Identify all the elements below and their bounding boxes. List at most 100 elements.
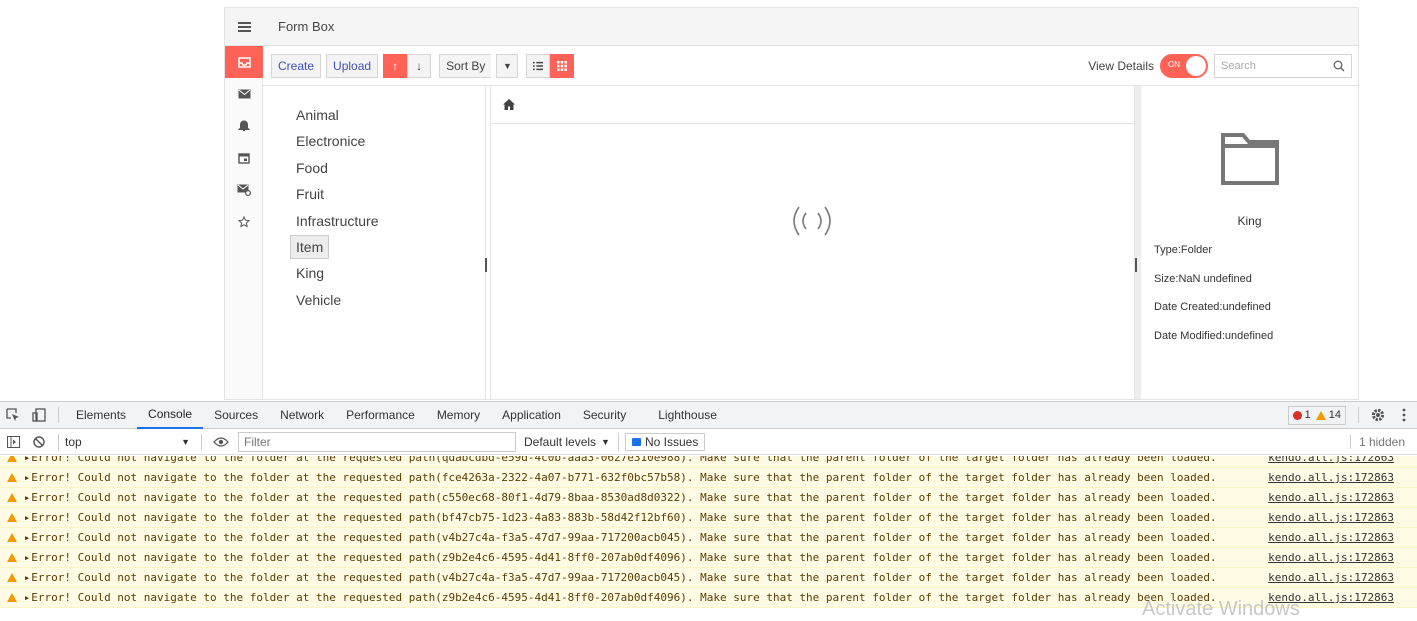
source-link[interactable]: kendo.all.js:172863 — [1268, 471, 1394, 484]
console-warning-row[interactable]: ▶ Error! Could not navigate to the folde… — [0, 548, 1417, 568]
details-name: King — [1237, 214, 1262, 228]
list-view-icon[interactable] — [526, 53, 551, 78]
bell-icon[interactable] — [225, 110, 263, 142]
search-input[interactable]: Search — [1214, 53, 1352, 78]
tab-performance[interactable]: Performance — [335, 402, 426, 429]
message-text: Error! Could not navigate to the folder … — [31, 591, 1217, 604]
sort-by-button[interactable]: Sort By — [439, 53, 492, 78]
devtools-panel: Elements Console Sources Network Perform… — [0, 401, 1417, 610]
warning-icon — [7, 513, 17, 522]
source-link[interactable]: kendo.all.js:172863 — [1268, 456, 1394, 464]
expand-arrow-icon[interactable]: ▶ — [25, 574, 29, 582]
expand-arrow-icon[interactable]: ▶ — [25, 494, 29, 502]
more-options-icon[interactable] — [1391, 408, 1417, 422]
message-text: Error! Could not navigate to the folder … — [31, 491, 1217, 504]
tree-item-king[interactable]: King — [291, 262, 329, 284]
tab-security[interactable]: Security — [572, 402, 637, 429]
sort-ascending-button[interactable]: ↑ — [383, 53, 408, 78]
mail-icon[interactable] — [225, 78, 263, 110]
right-splitter-handle[interactable] — [1135, 258, 1137, 272]
expand-arrow-icon[interactable]: ▶ — [25, 514, 29, 522]
switch-on-label: ON — [1168, 59, 1180, 69]
clear-console-icon[interactable] — [26, 435, 52, 448]
star-icon[interactable] — [225, 206, 263, 238]
tab-memory[interactable]: Memory — [426, 402, 491, 429]
sort-by-dropdown-icon[interactable]: ▼ — [496, 53, 519, 78]
separator — [201, 433, 202, 450]
expand-arrow-icon[interactable]: ▶ — [25, 594, 29, 602]
warning-icon — [7, 533, 17, 542]
sort-descending-button[interactable]: ↓ — [407, 53, 432, 78]
grid-view-icon[interactable] — [550, 53, 575, 78]
left-nav — [225, 46, 263, 399]
warning-icon — [1315, 410, 1326, 420]
view-details-label: View Details — [1088, 58, 1154, 73]
expand-arrow-icon[interactable]: ▶ — [25, 456, 29, 462]
switch-knob — [1186, 55, 1206, 76]
eye-icon[interactable] — [208, 436, 234, 447]
device-toolbar-icon[interactable] — [26, 408, 52, 422]
expand-arrow-icon[interactable]: ▶ — [25, 554, 29, 562]
toolbar: Create Upload ↑ ↓ Sort By ▼ View Details… — [263, 46, 1358, 86]
inbox-icon[interactable] — [225, 46, 263, 78]
console-warning-row[interactable]: ▶ Error! Could not navigate to the folde… — [0, 528, 1417, 548]
sort-direction-group: ↑ ↓ — [383, 53, 432, 78]
error-icon — [1292, 410, 1302, 420]
app-title: Form Box — [278, 19, 335, 34]
tab-elements[interactable]: Elements — [65, 402, 137, 429]
calendar-icon[interactable] — [225, 142, 263, 174]
source-link[interactable]: kendo.all.js:172863 — [1268, 491, 1394, 504]
details-date-created: Date Created:undefined — [1154, 301, 1271, 313]
console-warning-row[interactable]: ▶ Error! Could not navigate to the folde… — [0, 488, 1417, 508]
settings-gear-icon[interactable] — [1365, 408, 1391, 422]
source-link[interactable]: kendo.all.js:172863 — [1268, 571, 1394, 584]
tree-item-infrastructure[interactable]: Infrastructure — [291, 210, 383, 232]
warning-icon — [7, 493, 17, 502]
file-manager: Form Box Create Upload ↑ ↓ Sort By ▼ Vie… — [224, 7, 1359, 400]
tab-sources[interactable]: Sources — [203, 402, 269, 429]
create-button[interactable]: Create — [271, 53, 322, 78]
issue-counter[interactable]: 1 14 — [1287, 405, 1346, 425]
filter-input[interactable]: Filter — [238, 431, 516, 452]
details-date-modified: Date Modified:undefined — [1154, 330, 1274, 342]
source-link[interactable]: kendo.all.js:172863 — [1268, 511, 1394, 524]
tab-console[interactable]: Console — [137, 402, 204, 429]
separator — [1358, 407, 1359, 423]
tree-item-fruit[interactable]: Fruit — [291, 183, 329, 205]
search-placeholder: Search — [1221, 59, 1256, 72]
content-pane — [490, 86, 1135, 399]
console-warning-row[interactable]: ▶ Error! Could not navigate to the folde… — [0, 508, 1417, 528]
expand-arrow-icon[interactable]: ▶ — [25, 474, 29, 482]
source-link[interactable]: kendo.all.js:172863 — [1268, 551, 1394, 564]
source-link[interactable]: kendo.all.js:172863 — [1268, 531, 1394, 544]
tab-application[interactable]: Application — [491, 402, 572, 429]
issues-button[interactable]: No Issues — [624, 432, 706, 451]
view-details-switch[interactable]: ON — [1160, 53, 1208, 78]
chevron-down-icon: ▼ — [181, 436, 190, 447]
console-filterbar: top ▼ Filter Default levels ▼ No Issues … — [0, 429, 1417, 455]
home-icon[interactable] — [503, 99, 515, 110]
inspect-element-icon[interactable] — [0, 408, 26, 422]
issues-label: No Issues — [644, 434, 699, 449]
left-splitter-handle[interactable] — [485, 258, 487, 272]
log-levels-dropdown[interactable]: Default levels ▼ — [524, 432, 619, 451]
upload-button[interactable]: Upload — [326, 53, 379, 78]
tree-item-electronice[interactable]: Electronice — [291, 130, 370, 152]
warning-icon — [7, 473, 17, 482]
tree-item-item[interactable]: Item — [290, 235, 330, 259]
expand-arrow-icon[interactable]: ▶ — [25, 534, 29, 542]
tab-network[interactable]: Network — [269, 402, 335, 429]
tree-item-vehicle[interactable]: Vehicle — [291, 289, 346, 311]
sidebar-toggle-icon[interactable] — [0, 435, 26, 448]
tree-item-food[interactable]: Food — [291, 157, 333, 179]
console-warning-row[interactable]: ▶ Error! Could not navigate to the folde… — [0, 468, 1417, 488]
tab-lighthouse[interactable]: Lighthouse — [647, 402, 728, 429]
console-warning-row[interactable]: ▶ Error! Could not navigate to the folde… — [0, 456, 1417, 468]
context-selector[interactable]: top ▼ — [65, 435, 195, 449]
tree-item-animal[interactable]: Animal — [291, 104, 344, 126]
mail-settings-icon[interactable] — [225, 174, 263, 206]
console-warning-row[interactable]: ▶ Error! Could not navigate to the folde… — [0, 568, 1417, 588]
menu-icon[interactable] — [225, 8, 263, 46]
separator — [58, 433, 59, 450]
message-text: Error! Could not navigate to the folder … — [31, 511, 1217, 524]
